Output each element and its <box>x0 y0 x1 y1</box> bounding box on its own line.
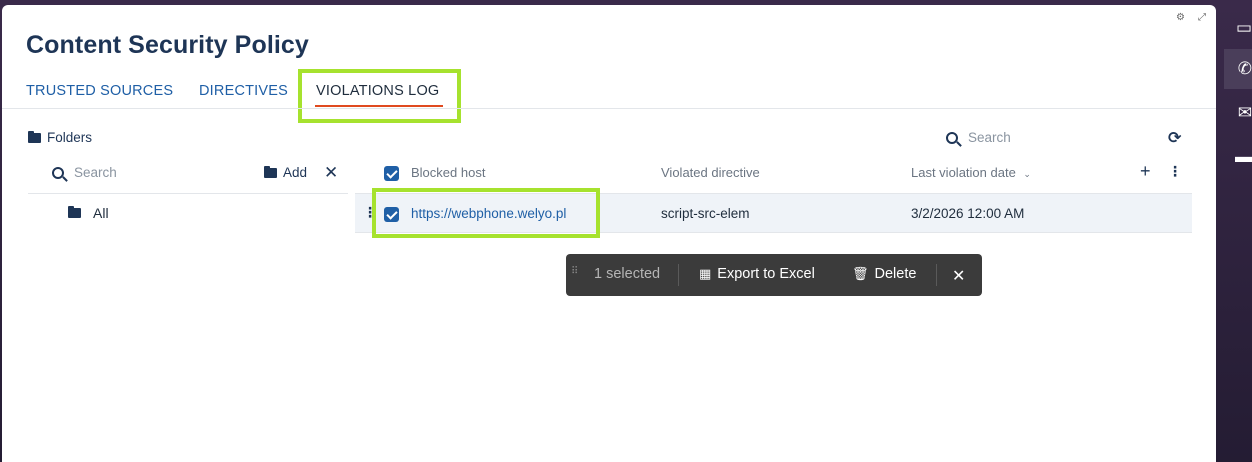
add-folder-label: Add <box>283 165 308 180</box>
mail-icon[interactable]: ✉ <box>1224 93 1252 133</box>
drag-handle-icon[interactable]: ⠿ <box>571 267 578 277</box>
column-header-last-violation-date[interactable]: Last violation date ⌄ <box>911 165 1031 180</box>
highlight-box-tab <box>298 69 461 123</box>
folder-plus-icon <box>264 165 277 178</box>
expand-icon[interactable]: ⤢ <box>1198 12 1206 23</box>
chevron-down-icon: ⌄ <box>1023 169 1031 179</box>
export-label: Export to Excel <box>717 266 815 282</box>
select-all-checkbox[interactable] <box>384 166 399 181</box>
folder-item-all[interactable]: All <box>68 205 109 221</box>
tab-trusted-sources[interactable]: TRUSTED SOURCES <box>26 83 173 99</box>
column-header-blocked-host[interactable]: Blocked host <box>411 165 485 180</box>
delete-button[interactable]: 🗑 Delete <box>852 266 916 282</box>
add-folder-button[interactable]: Add <box>264 165 307 180</box>
column-header-label: Last violation date <box>911 165 1016 180</box>
chat-icon[interactable]: ▭ <box>1224 8 1252 48</box>
right-rail: ▭ ✆ ✉ ▬ <box>1224 0 1252 462</box>
csp-window: ⚙ ⤢ Content Security Policy TRUSTED SOUR… <box>2 5 1216 462</box>
grid-search-input[interactable]: Search <box>946 130 1011 145</box>
tabs-divider <box>2 108 1216 109</box>
page-title: Content Security Policy <box>26 31 309 59</box>
refresh-icon[interactable]: ⟳ <box>1168 128 1181 148</box>
toolbar-divider <box>678 264 679 286</box>
column-menu-icon[interactable]: ⋮ <box>1168 163 1182 180</box>
folders-search-placeholder: Search <box>74 165 117 180</box>
folders-header: Folders <box>28 130 92 145</box>
export-to-excel-button[interactable]: ▦ Export to Excel <box>699 266 815 282</box>
search-icon <box>946 131 958 144</box>
phone-icon[interactable]: ✆ <box>1224 49 1252 89</box>
excel-icon: ▦ <box>699 266 712 281</box>
message-icon[interactable]: ▬ <box>1224 137 1252 177</box>
close-icon[interactable]: ✕ <box>952 266 965 286</box>
grid-search-placeholder: Search <box>968 130 1011 145</box>
highlight-box-row <box>372 188 600 238</box>
violated-directive-cell: script-src-elem <box>661 206 750 221</box>
search-icon <box>52 166 64 179</box>
toolbar-divider <box>936 264 937 286</box>
column-header-violated-directive[interactable]: Violated directive <box>661 165 760 180</box>
folder-icon <box>28 130 41 143</box>
last-violation-date-cell: 3/2/2026 12:00 AM <box>911 206 1025 221</box>
add-column-icon[interactable]: + <box>1140 161 1151 182</box>
folders-search-input[interactable]: Search <box>52 165 117 180</box>
settings-icon[interactable]: ⚙ <box>1176 12 1185 23</box>
trash-icon: 🗑 <box>852 266 869 281</box>
folders-divider <box>28 193 348 194</box>
selected-count: 1 selected <box>594 266 661 282</box>
folder-icon <box>68 206 81 218</box>
selection-toolbar: ⠿ 1 selected ▦ Export to Excel 🗑 Delete … <box>566 254 982 296</box>
tab-directives[interactable]: DIRECTIVES <box>199 83 288 99</box>
folder-item-label: All <box>93 205 109 221</box>
delete-label: Delete <box>874 266 917 282</box>
close-icon[interactable]: ✕ <box>324 163 338 183</box>
folders-header-label: Folders <box>47 130 93 145</box>
